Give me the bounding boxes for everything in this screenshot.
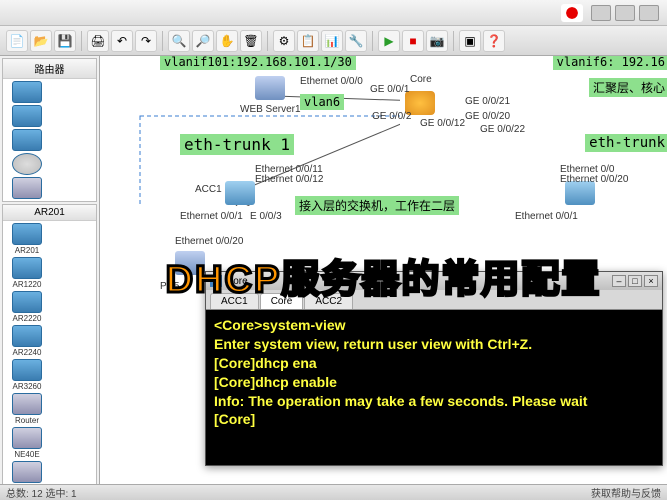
redo-icon[interactable]: ↷ xyxy=(135,30,157,52)
terminal-output[interactable]: <Core>system-view Enter system view, ret… xyxy=(206,310,662,465)
open-icon[interactable]: 📂 xyxy=(30,30,52,52)
vlanif-label: vlanif6: 192.16 xyxy=(553,56,667,70)
undo-icon[interactable]: ↶ xyxy=(111,30,133,52)
device-item[interactable]: NE5000E xyxy=(5,461,49,484)
device-item[interactable]: AR2240 xyxy=(5,325,49,357)
tool-icon[interactable]: 📊 xyxy=(321,30,343,52)
start-icon[interactable]: ▶ xyxy=(378,30,400,52)
tool-icon[interactable]: ⚙ xyxy=(273,30,295,52)
zoom-in-icon[interactable]: 🔍 xyxy=(168,30,190,52)
device-item[interactable]: Router xyxy=(5,393,49,425)
trunk-label: eth-trunk 1 xyxy=(180,134,294,155)
sidebar: 路由器 AR201 AR201 AR1220 AR2220 AR2240 AR3… xyxy=(0,56,100,484)
maximize-button[interactable] xyxy=(615,5,635,21)
device-item[interactable]: AR2220 xyxy=(5,291,49,323)
save-icon[interactable]: 💾 xyxy=(54,30,76,52)
acc1-node[interactable] xyxy=(225,181,255,205)
status-help[interactable]: 获取帮助与反馈 xyxy=(591,485,661,500)
zoom-out-icon[interactable]: 🔎 xyxy=(192,30,214,52)
print-icon[interactable]: 🖨 xyxy=(87,30,109,52)
capture-icon[interactable]: 📷 xyxy=(426,30,448,52)
terminal-close-button[interactable]: × xyxy=(644,275,658,287)
trunk-label: eth-trunk xyxy=(585,134,667,152)
status-count: 总数: 12 选中: 1 xyxy=(6,485,77,500)
device-item[interactable]: AR3260 xyxy=(5,359,49,391)
device-item[interactable]: NE40E xyxy=(5,427,49,459)
help-icon[interactable]: ❓ xyxy=(483,30,505,52)
close-button[interactable] xyxy=(639,5,659,21)
ar-panel-header: AR201 xyxy=(3,205,96,221)
stop-icon[interactable]: ■ xyxy=(402,30,424,52)
terminal-icon[interactable]: ▣ xyxy=(459,30,481,52)
access-label: 接入层的交换机，工作在二层 xyxy=(295,196,459,215)
video-title-overlay: DHCP服务器的常用配置 xyxy=(166,248,602,303)
terminal-maximize-button[interactable]: □ xyxy=(628,275,642,287)
new-icon[interactable]: 📄 xyxy=(6,30,28,52)
device-item[interactable] xyxy=(5,81,49,103)
pan-icon[interactable]: ✋ xyxy=(216,30,238,52)
device-item[interactable] xyxy=(5,177,49,199)
toolbar: 📄 📂 💾 🖨 ↶ ↷ 🔍 🔎 ✋ 🗑 ⚙ 📋 📊 🔧 ▶ ■ 📷 ▣ ❓ xyxy=(0,26,667,56)
router-panel-header: 路由器 xyxy=(3,59,96,79)
device-item[interactable] xyxy=(5,153,49,175)
vlanif-label: vlanif101:192.168.101.1/30 xyxy=(160,56,356,70)
terminal-minimize-button[interactable]: – xyxy=(612,275,626,287)
titlebar xyxy=(0,0,667,26)
device-item[interactable] xyxy=(5,105,49,127)
device-item[interactable]: AR201 xyxy=(5,223,49,255)
vlan-label: vlan6 xyxy=(300,94,344,110)
layer-label: 汇聚层、核心 xyxy=(589,78,667,97)
tool-icon[interactable]: 🔧 xyxy=(345,30,367,52)
web-server-node[interactable] xyxy=(255,76,285,100)
tool-icon[interactable]: 📋 xyxy=(297,30,319,52)
device-item[interactable]: AR1220 xyxy=(5,257,49,289)
topology-canvas[interactable]: vlanif101:192.168.101.1/30 vlanif6: 192.… xyxy=(100,56,667,484)
minimize-button[interactable] xyxy=(591,5,611,21)
statusbar: 总数: 12 选中: 1 获取帮助与反馈 xyxy=(0,484,667,500)
device-grid: AR201 AR1220 AR2220 AR2240 AR3260 Router… xyxy=(3,221,96,484)
device-item[interactable] xyxy=(5,129,49,151)
delete-icon[interactable]: 🗑 xyxy=(240,30,262,52)
huawei-logo xyxy=(561,4,583,22)
